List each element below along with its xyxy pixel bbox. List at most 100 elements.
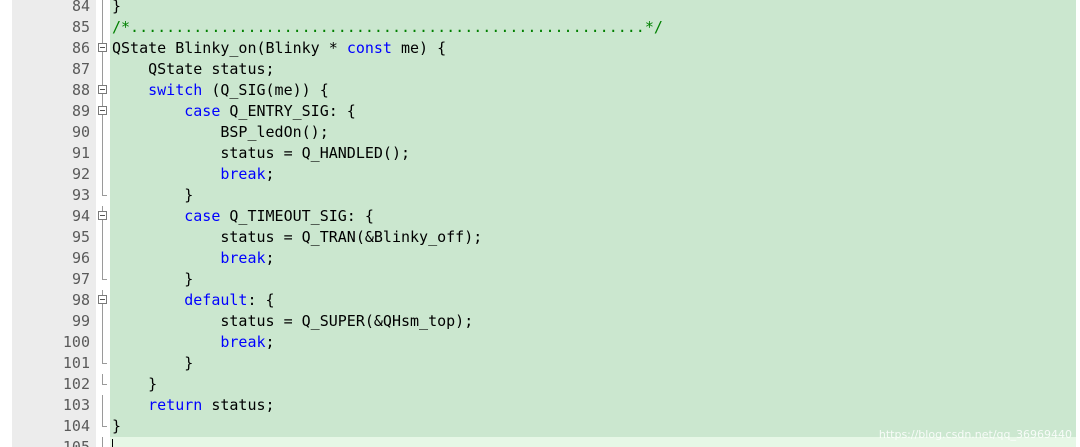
code-line[interactable]: 99 status = Q_SUPER(&QHsm_top); — [0, 311, 1080, 332]
line-number: 93 — [71, 186, 90, 204]
code-line[interactable]: 97 } — [0, 269, 1080, 290]
code-text[interactable]: } — [110, 353, 1076, 374]
fold-end-marker — [97, 416, 109, 437]
code-text[interactable]: BSP_ledOn(); — [110, 122, 1076, 143]
code-line[interactable]: 85 /*....................................… — [0, 17, 1080, 38]
code-text[interactable]: status = Q_TRAN(&Blinky_off); — [110, 227, 1076, 248]
code-text[interactable]: /*......................................… — [110, 17, 1076, 38]
keyword-token: break — [220, 165, 266, 183]
comment-token: /*......................................… — [112, 18, 663, 36]
code-token: : { — [247, 291, 275, 309]
code-line[interactable]: 100 break; — [0, 332, 1080, 353]
line-number: 90 — [71, 123, 90, 141]
code-line[interactable]: 84} — [0, 0, 1080, 17]
code-token: } — [112, 417, 122, 435]
code-text[interactable]: status = Q_HANDLED(); — [110, 143, 1076, 164]
code-token: status = Q_SUPER(&QHsm_top); — [112, 312, 474, 330]
line-number: 88 — [71, 81, 90, 99]
code-line[interactable]: 103 return status; — [0, 395, 1080, 416]
line-number: 89 — [71, 102, 90, 120]
code-token: (Q_SIG(me)) { — [202, 81, 329, 99]
line-number: 97 — [71, 270, 90, 288]
code-line[interactable]: 90 BSP_ledOn(); — [0, 122, 1080, 143]
code-line[interactable]: 102 } — [0, 374, 1080, 395]
keyword-token: case — [184, 102, 221, 120]
code-line[interactable]: 86 QState Blinky_on(Blinky * const me) { — [0, 38, 1080, 59]
line-number: 101 — [62, 354, 90, 372]
code-text[interactable]: default: { — [110, 290, 1076, 311]
code-line[interactable]: 87 QState status; — [0, 59, 1080, 80]
code-text[interactable]: QState status; — [110, 59, 1076, 80]
code-text[interactable]: QState Blinky_on(Blinky * const me) { — [110, 38, 1076, 59]
keyword-token: default — [184, 291, 248, 309]
fold-end-marker — [97, 353, 109, 374]
code-token: status = Q_HANDLED(); — [112, 144, 411, 162]
code-token: status = Q_TRAN(&Blinky_off); — [112, 228, 483, 246]
code-token: Q_TIMEOUT_SIG: { — [220, 207, 374, 225]
watermark: https://blog.csdn.net/qq_36969440 — [878, 428, 1072, 441]
code-text[interactable]: return status; — [110, 395, 1076, 416]
code-line[interactable]: 91 status = Q_HANDLED(); — [0, 143, 1080, 164]
code-line[interactable]: 95 status = Q_TRAN(&Blinky_off); — [0, 227, 1080, 248]
code-text[interactable]: switch (Q_SIG(me)) { — [110, 80, 1076, 101]
code-text[interactable]: } — [110, 374, 1076, 395]
fold-end-marker — [97, 374, 109, 395]
line-number: 95 — [71, 228, 90, 246]
keyword-token: const — [346, 39, 392, 57]
line-number: 100 — [62, 333, 90, 351]
fold-toggle-icon[interactable] — [97, 206, 109, 227]
code-text[interactable]: } — [110, 185, 1076, 206]
code-token: } — [112, 186, 194, 204]
code-line[interactable]: 89 case Q_ENTRY_SIG: { — [0, 101, 1080, 122]
fold-toggle-icon[interactable] — [97, 290, 109, 311]
code-token: BSP_ledOn(); — [112, 123, 329, 141]
line-number: 105 — [62, 438, 90, 447]
code-lines: 84} 85/*.................................… — [0, 0, 1080, 447]
code-line[interactable]: 101 } — [0, 353, 1080, 374]
fold-toggle-icon[interactable] — [97, 101, 109, 122]
fold-toggle-icon[interactable] — [97, 80, 109, 101]
fold-line — [97, 164, 109, 185]
code-line[interactable]: 92 break; — [0, 164, 1080, 185]
code-line[interactable]: 88 switch (Q_SIG(me)) { — [0, 80, 1080, 101]
code-token: } — [112, 270, 194, 288]
code-token: status; — [202, 396, 275, 414]
code-text[interactable]: case Q_ENTRY_SIG: { — [110, 101, 1076, 122]
code-line[interactable]: 96 break; — [0, 248, 1080, 269]
fold-end-marker — [97, 269, 109, 290]
code-line[interactable]: 98 default: { — [0, 290, 1080, 311]
code-text[interactable]: break; — [110, 332, 1076, 353]
fold-line — [97, 395, 109, 416]
code-text[interactable]: } — [110, 0, 1076, 17]
fold-line — [97, 332, 109, 353]
line-number: 104 — [62, 417, 90, 435]
fold-end-marker — [97, 437, 109, 447]
fold-end-marker — [97, 185, 109, 206]
fold-line — [97, 122, 109, 143]
line-number: 86 — [71, 39, 90, 57]
code-text[interactable]: } — [110, 269, 1076, 290]
code-token: ; — [265, 249, 275, 267]
line-number: 98 — [71, 291, 90, 309]
keyword-token: case — [184, 207, 221, 225]
line-number: 96 — [71, 249, 90, 267]
code-line[interactable]: 93 } — [0, 185, 1080, 206]
text-caret — [112, 439, 113, 447]
code-text[interactable]: break; — [110, 164, 1076, 185]
code-text[interactable]: break; — [110, 248, 1076, 269]
code-line[interactable]: 94 case Q_TIMEOUT_SIG: { — [0, 206, 1080, 227]
code-text[interactable]: case Q_TIMEOUT_SIG: { — [110, 206, 1076, 227]
code-editor[interactable]: 84} 85/*.................................… — [0, 0, 1080, 447]
code-text[interactable]: status = Q_SUPER(&QHsm_top); — [110, 311, 1076, 332]
fold-toggle-icon[interactable] — [97, 38, 109, 59]
line-number: 94 — [71, 207, 90, 225]
line-number: 92 — [71, 165, 90, 183]
fold-line — [97, 0, 109, 17]
fold-line — [97, 59, 109, 80]
line-number: 87 — [71, 60, 90, 78]
